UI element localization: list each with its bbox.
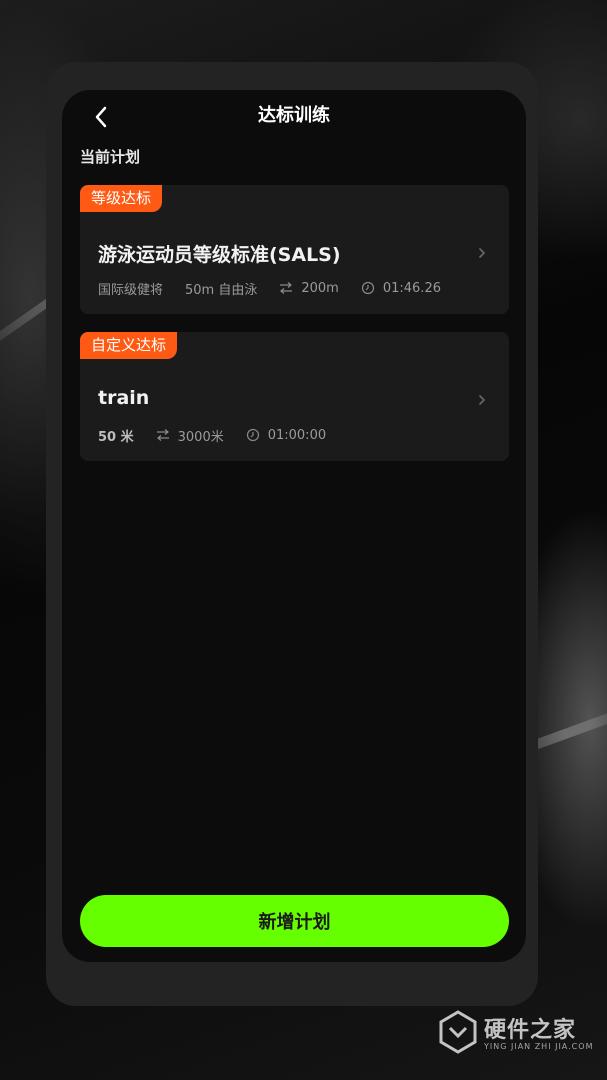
watermark: 硬件之家 YING JIAN ZHI JIA.COM xyxy=(438,1010,598,1056)
plan-title: train xyxy=(98,387,150,409)
clock-icon xyxy=(361,281,374,295)
plan-meta: 50 米 3000米 01:00:00 xyxy=(98,425,326,445)
current-plan-label: 当前计划 xyxy=(80,148,141,166)
page-title: 达标训练 xyxy=(258,105,330,126)
plan-distance: 200m xyxy=(301,280,339,296)
chevron-right-icon xyxy=(479,395,486,405)
plan-time: 01:46.26 xyxy=(382,280,441,296)
app-screen: 达标训练 当前计划 等级达标 游泳运动员等级标准(SALS) 国际级健将 50m… xyxy=(62,90,526,962)
plan-meta: 国际级健将 50m 自由泳 200m 01:46.26 xyxy=(98,278,441,298)
plan-title: 游泳运动员等级标准(SALS) xyxy=(98,244,341,266)
plan-pool: 50 米 xyxy=(98,429,134,445)
plan-event: 50m 自由泳 xyxy=(185,282,258,298)
distance-icon xyxy=(280,282,293,294)
plan-card-level[interactable]: 等级达标 游泳运动员等级标准(SALS) 国际级健将 50m 自由泳 200m … xyxy=(80,185,509,314)
plan-type-tag: 自定义达标 xyxy=(80,332,178,359)
distance-icon xyxy=(156,429,169,441)
watermark-sub: YING JIAN ZHI JIA.COM xyxy=(484,1042,594,1051)
plan-type-tag: 等级达标 xyxy=(80,185,163,212)
plan-level: 国际级健将 xyxy=(98,282,164,298)
brand-logo-icon xyxy=(439,1010,477,1054)
plan-card-custom[interactable]: 自定义达标 train 50 米 3000米 01:00:00 xyxy=(80,332,509,461)
plan-distance: 3000米 xyxy=(177,429,224,445)
clock-icon xyxy=(246,428,259,442)
add-plan-button[interactable]: 新增计划 xyxy=(80,895,509,947)
chevron-right-icon xyxy=(479,248,486,258)
plan-time: 01:00:00 xyxy=(267,427,327,443)
watermark-brand: 硬件之家 xyxy=(484,1018,577,1043)
